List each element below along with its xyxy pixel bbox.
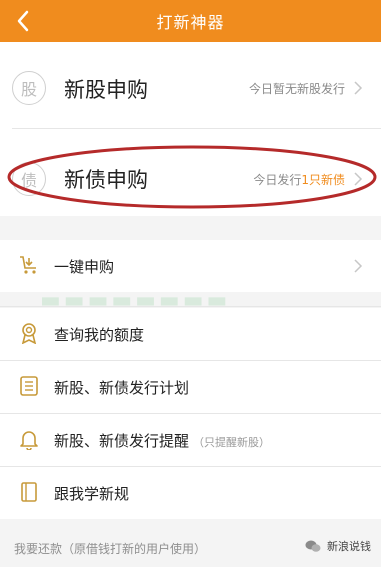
repay-link[interactable]: 我要还款（原借钱打新的用户使用） — [14, 540, 206, 557]
chevron-right-icon — [354, 81, 363, 95]
book-icon — [21, 482, 37, 502]
chevron-right-icon — [354, 259, 363, 273]
page-title: 打新神器 — [156, 13, 225, 32]
list-item-issue-reminder[interactable]: 新股、新债发行提醒 （只提醒新股） — [0, 414, 381, 466]
list-item-label: 跟我学新规 — [54, 485, 130, 503]
cart-icon — [20, 256, 36, 274]
stock-icon: 股 — [12, 71, 46, 105]
highlight-ring — [7, 145, 377, 209]
list-item-issue-plan[interactable]: 新股、新债发行计划 — [0, 361, 381, 413]
divider — [12, 128, 381, 129]
list-item-one-click-subscribe[interactable]: 一键申购 — [0, 240, 381, 292]
ipo-stock-row[interactable]: 股 新股申购 今日暂无新股发行 — [0, 56, 381, 120]
ipo-stock-note: 今日暂无新股发行 — [248, 82, 345, 96]
back-arrow-icon[interactable] — [10, 6, 36, 36]
wechat-icon — [305, 540, 321, 552]
list-icon — [20, 376, 38, 396]
list-item-label: 查询我的额度 — [54, 326, 145, 344]
bell-icon — [20, 431, 38, 450]
list-item-label: 新股、新债发行计划 — [54, 379, 190, 397]
divider — [0, 306, 381, 307]
watermark: 新浪说钱 — [305, 538, 371, 554]
list-item-label: 新股、新债发行提醒 （只提醒新股） — [54, 432, 271, 450]
list-item-sublabel: （只提醒新股） — [193, 436, 271, 449]
award-icon — [21, 323, 37, 344]
top-bar: 打新神器 — [0, 0, 381, 42]
list-item-label: 一键申购 — [54, 258, 115, 276]
ipo-stock-title: 新股申购 — [64, 78, 148, 102]
list-item-quota[interactable]: 查询我的额度 — [0, 308, 381, 360]
list-item-learn-rules[interactable]: 跟我学新规 — [0, 467, 381, 519]
